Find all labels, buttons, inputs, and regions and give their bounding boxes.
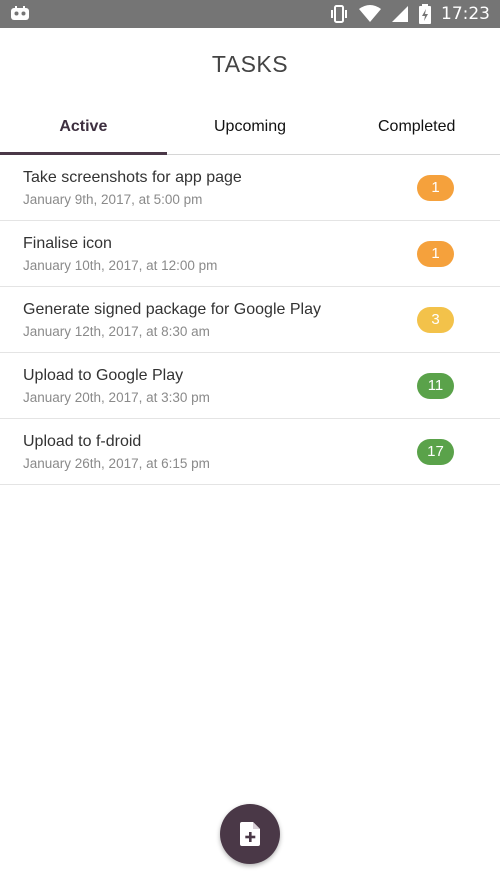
task-date: January 10th, 2017, at 12:00 pm <box>23 257 218 273</box>
task-title: Generate signed package for Google Play <box>23 300 321 318</box>
tab-upcoming[interactable]: Upcoming <box>167 100 334 154</box>
tab-bar: Active Upcoming Completed <box>0 100 500 155</box>
task-title: Finalise icon <box>23 234 112 252</box>
battery-icon <box>419 4 431 24</box>
tab-label: Upcoming <box>213 118 287 135</box>
task-title: Take screenshots for app page <box>23 168 242 186</box>
tab-label: Completed <box>377 118 456 135</box>
cell-signal-icon <box>391 5 409 23</box>
wifi-icon <box>359 5 381 23</box>
task-title: Upload to Google Play <box>23 366 184 384</box>
list-item[interactable]: Upload to Google Play January 20th, 2017… <box>0 353 500 419</box>
task-list: Take screenshots for app page January 9t… <box>0 155 500 485</box>
add-task-button[interactable] <box>220 804 280 864</box>
vibrate-icon <box>329 5 349 23</box>
count-badge: 17 <box>417 438 454 465</box>
task-date: January 26th, 2017, at 6:15 pm <box>23 455 210 471</box>
list-item[interactable]: Finalise icon January 10th, 2017, at 12:… <box>0 221 500 287</box>
status-bar: 17:23 <box>0 0 500 28</box>
list-item[interactable]: Generate signed package for Google Play … <box>0 287 500 353</box>
count-badge: 1 <box>417 240 454 267</box>
task-date: January 12th, 2017, at 8:30 am <box>23 323 210 339</box>
page-title: TASKS <box>211 50 289 77</box>
task-title: Upload to f-droid <box>23 432 142 450</box>
list-item[interactable]: Upload to f-droid January 26th, 2017, at… <box>0 419 500 485</box>
task-date: January 9th, 2017, at 5:00 pm <box>23 191 203 207</box>
add-file-icon <box>240 822 260 846</box>
tab-active[interactable]: Active <box>0 100 167 155</box>
app-notification-icon <box>10 6 30 22</box>
count-badge: 11 <box>417 372 454 399</box>
tab-completed[interactable]: Completed <box>333 100 500 154</box>
count-badge: 1 <box>417 174 454 201</box>
tab-label: Active <box>59 118 108 135</box>
count-badge: 3 <box>417 306 454 333</box>
app-bar: TASKS <box>0 28 500 100</box>
list-item[interactable]: Take screenshots for app page January 9t… <box>0 155 500 221</box>
task-date: January 20th, 2017, at 3:30 pm <box>23 389 210 405</box>
status-time: 17:23 <box>441 4 490 24</box>
